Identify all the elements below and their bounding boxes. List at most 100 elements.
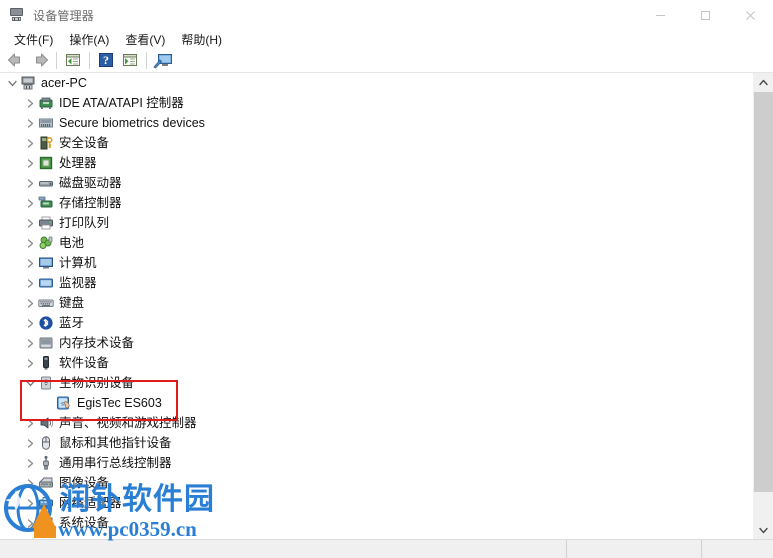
chevron-right-icon[interactable]: [22, 293, 38, 313]
tree-row-computer[interactable]: 计算机: [0, 253, 752, 273]
status-pane-1: [566, 540, 701, 558]
chevron-down-icon[interactable]: [4, 73, 20, 93]
tree-row-monitors[interactable]: 监视器: [0, 273, 752, 293]
chevron-right-icon[interactable]: [22, 493, 38, 513]
monitor-icon: [38, 275, 54, 291]
chevron-right-icon[interactable]: [22, 473, 38, 493]
menu-action[interactable]: 操作(A): [61, 30, 117, 49]
tree-row-biometric-devices[interactable]: 生物识别设备: [0, 373, 752, 393]
close-button[interactable]: [728, 0, 773, 30]
tree-label: Secure biometrics devices: [59, 116, 205, 130]
tree-label: 软件设备: [59, 356, 110, 370]
tree-row-imaging-devices[interactable]: 图像设备: [0, 473, 752, 493]
tree-row-keyboards[interactable]: 键盘: [0, 293, 752, 313]
scrollbar-thumb[interactable]: [754, 92, 773, 492]
tree-label: 通用串行总线控制器: [59, 456, 172, 470]
processor-icon: [38, 155, 54, 171]
tree-row-processors[interactable]: 处理器: [0, 153, 752, 173]
tree-label: 键盘: [59, 296, 85, 310]
tree-label: IDE ATA/ATAPI 控制器: [59, 96, 184, 110]
chevron-right-icon[interactable]: [22, 173, 38, 193]
tree-row-storage-controllers[interactable]: 存储控制器: [0, 193, 752, 213]
tree-label: 系统设备: [59, 516, 110, 530]
tree-row-disk-drives[interactable]: 磁盘驱动器: [0, 173, 752, 193]
chevron-right-icon[interactable]: [22, 133, 38, 153]
tree-row-mice-and-pointing-devices[interactable]: 鼠标和其他指针设备: [0, 433, 752, 453]
tree-label-root: acer-PC: [41, 76, 87, 90]
chevron-right-icon[interactable]: [22, 313, 38, 333]
chevron-right-icon[interactable]: [22, 213, 38, 233]
tree-row-usb-controllers[interactable]: 通用串行总线控制器: [0, 453, 752, 473]
scan-hardware-button[interactable]: [151, 49, 175, 71]
tree-label: 磁盘驱动器: [59, 176, 122, 190]
device-manager-icon: [9, 7, 25, 23]
scroll-up-button[interactable]: [753, 73, 773, 91]
battery-icon: [38, 235, 54, 251]
back-button[interactable]: [4, 49, 28, 71]
help-question-icon: ?: [99, 53, 113, 67]
print-queue-icon: [38, 215, 54, 231]
chevron-down-icon[interactable]: [22, 373, 38, 393]
chevron-right-icon[interactable]: [22, 433, 38, 453]
usb-controller-icon: [38, 455, 54, 471]
chevron-right-icon[interactable]: [22, 253, 38, 273]
tree-row-network-adapters[interactable]: 网络适配器: [0, 493, 752, 513]
tree-row-egistec-es603[interactable]: EgisTec ES603: [0, 393, 752, 413]
security-device-icon: [38, 135, 54, 151]
update-driver-button[interactable]: [118, 49, 142, 71]
chevron-right-icon[interactable]: [22, 333, 38, 353]
chevron-right-icon[interactable]: [22, 193, 38, 213]
tree-row-system-devices[interactable]: 系统设备: [0, 513, 752, 533]
tree-row-security-devices[interactable]: 安全设备: [0, 133, 752, 153]
list-right-icon: [123, 54, 137, 66]
chevron-right-icon[interactable]: [22, 233, 38, 253]
computer-node-icon: [38, 255, 54, 271]
scroll-down-button[interactable]: [753, 521, 773, 539]
chevron-right-icon[interactable]: [22, 273, 38, 293]
device-tree[interactable]: acer-PC IDE ATA/ATAPI 控制器 Secure biometr…: [0, 73, 752, 539]
sound-video-game-icon: [38, 415, 54, 431]
menu-bar: 文件(F) 操作(A) 查看(V) 帮助(H): [0, 30, 773, 48]
chevron-right-icon[interactable]: [22, 453, 38, 473]
tree-row-secure-biometrics[interactable]: Secure biometrics devices: [0, 113, 752, 133]
tree-label: 声音、视频和游戏控制器: [59, 416, 197, 430]
help-button[interactable]: ?: [94, 49, 118, 71]
storage-controller-icon: [38, 195, 54, 211]
chevron-right-icon[interactable]: [22, 93, 38, 113]
tree-row-root[interactable]: acer-PC: [0, 73, 752, 93]
keyboard-icon: [38, 295, 54, 311]
system-device-icon: [38, 515, 54, 531]
network-adapter-icon: [38, 495, 54, 511]
menu-file[interactable]: 文件(F): [6, 30, 61, 49]
tree-row-memory-technology-devices[interactable]: 内存技术设备: [0, 333, 752, 353]
tree-row-bluetooth[interactable]: 蓝牙: [0, 313, 752, 333]
ide-controller-icon: [38, 95, 54, 111]
status-bar: [0, 539, 773, 558]
tree-row-software-devices[interactable]: 软件设备: [0, 353, 752, 373]
chevron-right-icon[interactable]: [22, 413, 38, 433]
tree-label: 电池: [59, 236, 85, 250]
chevron-right-icon[interactable]: [22, 113, 38, 133]
tree-row-sound-video-game-controllers[interactable]: 声音、视频和游戏控制器: [0, 413, 752, 433]
toolbar-separator-3: [146, 51, 147, 69]
window-controls: [638, 0, 773, 30]
chevron-right-icon[interactable]: [22, 153, 38, 173]
show-properties-button[interactable]: [61, 49, 85, 71]
minimize-button[interactable]: [638, 0, 683, 30]
tree-label: 图像设备: [59, 476, 110, 490]
forward-button[interactable]: [28, 49, 52, 71]
tree-row-batteries[interactable]: 电池: [0, 233, 752, 253]
menu-view[interactable]: 查看(V): [117, 30, 173, 49]
menu-help[interactable]: 帮助(H): [173, 30, 230, 49]
maximize-button[interactable]: [683, 0, 728, 30]
tree-row-print-queues[interactable]: 打印队列: [0, 213, 752, 233]
tree-label: 鼠标和其他指针设备: [59, 436, 172, 450]
tree-label: 存储控制器: [59, 196, 122, 210]
tree-row-ide-controller[interactable]: IDE ATA/ATAPI 控制器: [0, 93, 752, 113]
computer-icon: [20, 75, 36, 91]
chevron-right-icon[interactable]: [22, 353, 38, 373]
tree-label: 安全设备: [59, 136, 110, 150]
vertical-scrollbar[interactable]: [752, 73, 773, 539]
chevron-right-icon[interactable]: [22, 513, 38, 533]
disk-drive-icon: [38, 175, 54, 191]
